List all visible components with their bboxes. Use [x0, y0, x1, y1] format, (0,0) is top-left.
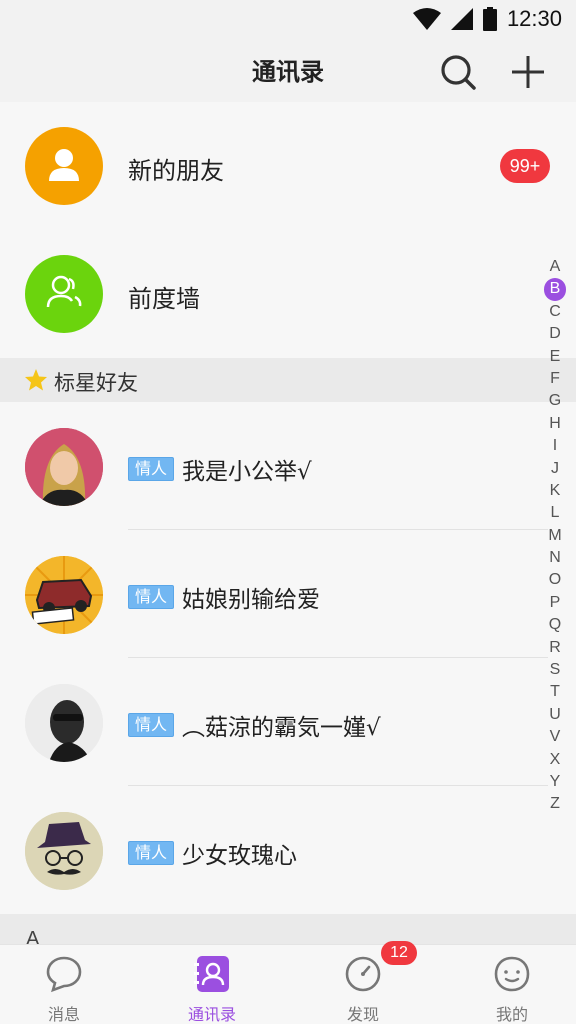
index-letter-l[interactable]: L	[544, 502, 566, 524]
discover-badge: 12	[381, 941, 417, 965]
alphabet-index[interactable]: ABCDEFGHIJKLMNOPQRSTUVXYZ	[544, 256, 566, 816]
index-letter-o[interactable]: O	[544, 569, 566, 591]
user-icon	[49, 149, 79, 181]
index-letter-v[interactable]: V	[544, 726, 566, 748]
index-letter-n[interactable]: N	[544, 547, 566, 569]
index-letter-c[interactable]: C	[544, 301, 566, 323]
index-letter-x[interactable]: X	[544, 749, 566, 771]
ex-wall-label: 前度墙	[128, 285, 200, 313]
bw-portrait-avatar-image	[25, 684, 103, 762]
new-friends-row[interactable]: 新的朋友	[0, 102, 576, 230]
nav-contacts[interactable]: 通讯录	[162, 945, 262, 1024]
friend-name: 姑娘别输给爱	[182, 587, 321, 613]
friend-row[interactable]: 情人 ︵菇涼的霸気一嫤√	[0, 658, 576, 786]
friend-label: 情人 ︵菇涼的霸気一嫤√	[128, 708, 381, 742]
index-letter-a[interactable]: A	[544, 256, 566, 278]
friend-row[interactable]: 情人 少女玫瑰心	[0, 786, 576, 914]
nav-label: 我的	[495, 1005, 528, 1024]
friend-label: 情人 姑娘别输给爱	[128, 580, 320, 614]
index-letter-b[interactable]: B	[544, 278, 566, 301]
section-header-a: A	[0, 914, 576, 944]
nav-label: 通讯录	[187, 1005, 236, 1024]
ex-wall-row[interactable]: 前度墙	[0, 230, 576, 358]
cartoon-car-avatar-image	[25, 556, 103, 634]
status-bar: 12:30	[0, 0, 576, 38]
index-letter-p[interactable]: P	[544, 592, 566, 614]
index-letter-d[interactable]: D	[544, 323, 566, 345]
compass-icon	[345, 956, 381, 992]
index-letter-h[interactable]: H	[544, 413, 566, 435]
bottom-nav: 消息 通讯录 12 发现 我的	[0, 941, 576, 1024]
friend-avatar	[25, 812, 103, 890]
nav-label: 消息	[47, 1005, 80, 1024]
nav-profile[interactable]: 我的	[462, 945, 562, 1024]
nav-label: 发现	[346, 1005, 379, 1024]
friend-name: 我是小公举√	[182, 459, 312, 485]
index-letter-s[interactable]: S	[544, 659, 566, 681]
friend-row[interactable]: 情人 我是小公举√	[0, 402, 576, 530]
chat-bubble-icon	[46, 956, 82, 993]
nav-discover[interactable]: 12 发现	[313, 941, 417, 1024]
contacts-icon	[194, 956, 229, 992]
smiley-icon	[494, 956, 530, 992]
ex-wall-avatar	[25, 255, 103, 333]
nav-messages[interactable]: 消息	[14, 945, 114, 1024]
signal-icon	[450, 8, 473, 30]
friend-avatar	[25, 428, 103, 506]
new-friends-avatar	[25, 127, 103, 205]
index-letter-z[interactable]: Z	[544, 793, 566, 815]
top-bar: 通讯录	[0, 38, 576, 102]
friend-tag: 情人	[128, 841, 175, 865]
index-letter-q[interactable]: Q	[544, 614, 566, 636]
friend-label: 情人 少女玫瑰心	[128, 836, 297, 870]
new-friends-badge: 99+	[500, 149, 550, 183]
index-letter-f[interactable]: F	[544, 368, 566, 390]
index-letter-y[interactable]: Y	[544, 771, 566, 793]
index-letter-g[interactable]: G	[544, 390, 566, 412]
index-letter-m[interactable]: M	[544, 525, 566, 547]
battery-icon	[482, 7, 497, 31]
index-letter-i[interactable]: I	[544, 435, 566, 457]
users-icon	[46, 275, 82, 308]
new-friends-label: 新的朋友	[128, 157, 224, 185]
friend-name: ︵菇涼的霸気一嫤√	[182, 715, 381, 741]
wifi-icon	[412, 8, 441, 30]
index-letter-u[interactable]: U	[544, 704, 566, 726]
friend-name: 少女玫瑰心	[182, 843, 298, 869]
friend-tag: 情人	[128, 457, 175, 481]
page-title: 通讯录	[252, 58, 324, 86]
starred-section-header: 标星好友	[0, 358, 576, 402]
hat-mustache-avatar-image	[25, 812, 103, 890]
friend-avatar	[25, 556, 103, 634]
friend-avatar	[25, 684, 103, 762]
friend-row[interactable]: 情人 姑娘别输给爱	[0, 530, 576, 658]
portrait-avatar-image	[25, 428, 103, 506]
star-icon	[25, 369, 47, 391]
index-letter-e[interactable]: E	[544, 346, 566, 368]
status-icons: 12:30	[412, 6, 562, 32]
contacts-list: 新的朋友 99+ 前度墙 标星好友 情人 我是小公举√ 情人 姑娘别输给爱 情人…	[0, 102, 576, 944]
status-time: 12:30	[506, 6, 562, 31]
add-button[interactable]	[506, 52, 550, 92]
plus-icon	[512, 56, 544, 88]
index-letter-r[interactable]: R	[544, 637, 566, 659]
friend-label: 情人 我是小公举√	[128, 452, 312, 486]
index-letter-j[interactable]: J	[544, 458, 566, 480]
friend-tag: 情人	[128, 585, 175, 609]
search-icon	[441, 55, 476, 90]
index-letter-t[interactable]: T	[544, 681, 566, 703]
section-letter: A	[26, 928, 40, 944]
index-letter-k[interactable]: K	[544, 480, 566, 502]
section-title: 标星好友	[54, 371, 138, 395]
friend-tag: 情人	[128, 713, 175, 737]
search-button[interactable]	[438, 52, 478, 92]
